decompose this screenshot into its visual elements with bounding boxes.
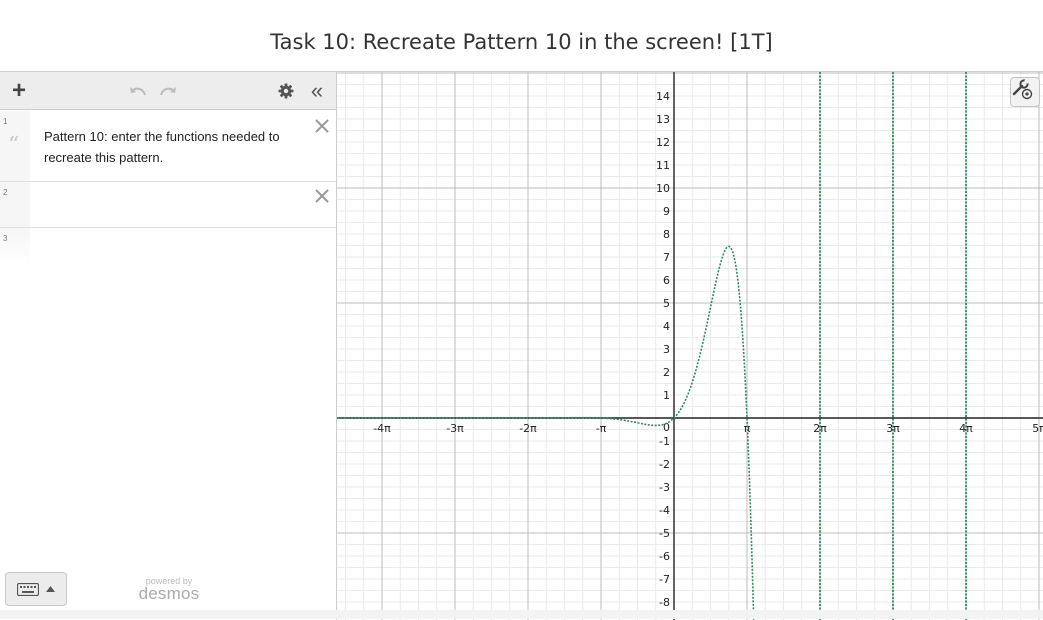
collapse-panel-button[interactable]: « [304, 78, 330, 104]
keypad-toggle-button[interactable] [5, 572, 67, 606]
expression-number: 3 [3, 234, 8, 243]
y-tick-label: 10 [656, 182, 670, 195]
x-tick-label: 3π [886, 422, 900, 435]
y-tick-label: 4 [663, 320, 670, 333]
expression-gutter: 1 “ [0, 111, 30, 181]
keyboard-icon [17, 582, 39, 596]
expression-number: 2 [3, 188, 8, 197]
y-tick-label: -3 [659, 481, 670, 494]
y-tick-label: 1 [663, 389, 670, 402]
close-icon [315, 189, 329, 203]
y-tick-label: 12 [656, 136, 670, 149]
expression-gutter: 2 [0, 182, 30, 227]
y-tick-label: 13 [656, 113, 670, 126]
y-tick-label: 6 [663, 274, 670, 287]
x-tick-label: 5π [1032, 422, 1043, 435]
caret-up-icon [46, 586, 55, 592]
note-quote-icon: “ [8, 133, 20, 158]
y-tick-label: -7 [659, 573, 670, 586]
page-title: Task 10: Recreate Pattern 10 in the scre… [270, 30, 773, 54]
graph-paper[interactable]: -4π -3π -2π -π π 2π 3π 4π 5π 14 13 12 11 10 9 8 7 6 5 4 3 2 1… [337, 72, 1043, 620]
delete-expression-button[interactable] [313, 117, 331, 135]
y-tick-label: 3 [663, 343, 670, 356]
redo-button[interactable] [156, 78, 180, 104]
y-tick-label: 11 [656, 159, 670, 172]
y-tick-label: -1 [659, 435, 670, 448]
y-tick-label: 7 [663, 251, 670, 264]
expression-row-2[interactable]: 2 [0, 182, 336, 228]
double-chevron-left-icon: « [310, 78, 324, 103]
y-tick-label: -4 [659, 504, 670, 517]
y-tick-label: 9 [663, 205, 670, 218]
y-tick-label: 5 [663, 297, 670, 310]
x-tick-label: -2π [519, 422, 537, 435]
delete-expression-button[interactable] [313, 187, 331, 205]
graph-settings-button[interactable] [1010, 77, 1040, 107]
expression-row-1[interactable]: 1 “ Pattern 10: enter the functions need… [0, 111, 336, 182]
expression-row-3[interactable]: 3 [0, 228, 336, 266]
gear-icon [278, 83, 294, 99]
redo-icon [160, 87, 176, 96]
expression-number: 1 [3, 117, 8, 126]
x-tick-label: 4π [959, 422, 973, 435]
page-footer-strip [0, 610, 1043, 619]
close-icon [315, 119, 329, 133]
wrench-icon [1012, 79, 1033, 100]
add-item-button[interactable]: + [6, 78, 32, 104]
x-tick-label: -4π [373, 422, 391, 435]
y-tick-label: -8 [659, 596, 670, 609]
expression-gutter: 3 [0, 228, 30, 266]
y-tick-label: -6 [659, 550, 670, 563]
settings-button[interactable] [274, 78, 298, 104]
function-curve[interactable] [337, 245, 755, 620]
x-tick-label: 2π [813, 422, 827, 435]
y-tick-label: -2 [659, 458, 670, 471]
y-tick-label: 8 [663, 228, 670, 241]
undo-button[interactable] [126, 78, 150, 104]
desmos-logo: desmos [138, 584, 200, 603]
desmos-calculator: + « 1 “ Pattern 10: enter the functions … [0, 71, 1043, 620]
x-tick-label: -3π [446, 422, 464, 435]
y-tick-label: 2 [663, 366, 670, 379]
expression-panel: + « 1 “ Pattern 10: enter the functions … [0, 72, 337, 620]
expression-toolbar: + « [0, 72, 336, 110]
note-text[interactable]: Pattern 10: enter the functions needed t… [44, 126, 299, 168]
x-tick-label: -π [596, 422, 607, 435]
desmos-branding[interactable]: powered by desmos [134, 576, 204, 602]
plus-icon: + [11, 77, 26, 104]
undo-icon [130, 87, 146, 96]
y-tick-label: 14 [656, 90, 670, 103]
y-tick-label: -5 [659, 527, 670, 540]
graph-canvas[interactable]: -4π -3π -2π -π π 2π 3π 4π 5π 1413121110987654321… [337, 72, 1043, 620]
